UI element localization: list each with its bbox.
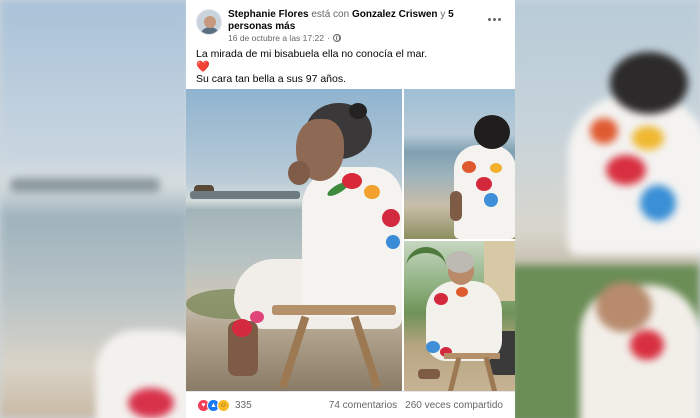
reaction-count: 335 — [235, 400, 252, 411]
tagged-person[interactable]: Gonzalez Criswen — [352, 9, 438, 20]
post-text: La mirada de mi bisabuela ella no conocí… — [196, 48, 501, 86]
post-text-line-3: Su cara tan bella a sus 97 años. — [196, 73, 347, 85]
author-name[interactable]: Stephanie Flores — [228, 9, 309, 20]
post-header: Stephanie Flores está con Gonzalez Crisw… — [186, 0, 515, 43]
and-text: y — [440, 9, 446, 20]
photo-bottom-right[interactable] — [404, 241, 515, 391]
post-meta: 16 de octubre a las 17:22 · — [228, 33, 341, 43]
meta-separator: · — [326, 33, 330, 43]
background-right-photo-blur — [510, 0, 700, 418]
globe-icon — [332, 34, 341, 42]
post-footer: ♥ ▲ ☺ 335 74 comentarios 260 veces compa… — [186, 391, 515, 418]
photo-grid — [186, 89, 515, 391]
photo-main[interactable] — [186, 89, 402, 391]
shares-count-link[interactable]: 260 veces compartido — [405, 400, 503, 411]
more-options-icon[interactable] — [485, 13, 503, 25]
post-text-line-1: La mirada de mi bisabuela ella no conocí… — [196, 48, 428, 60]
heart-emoji: ❤️ — [196, 60, 210, 73]
post-stats: 74 comentarios 260 veces compartido — [329, 400, 503, 411]
reactions-summary[interactable]: ♥ ▲ ☺ 335 — [197, 399, 252, 412]
comments-count-link[interactable]: 74 comentarios — [329, 400, 397, 411]
care-icon: ☺ — [217, 399, 230, 412]
post-timestamp[interactable]: 16 de octubre a las 17:22 — [228, 33, 324, 43]
with-text: está con — [311, 9, 350, 20]
facebook-post-card: Stephanie Flores está con Gonzalez Crisw… — [186, 0, 515, 418]
background-left-photo-blur — [0, 0, 206, 418]
author-avatar[interactable] — [196, 9, 222, 35]
author-line: Stephanie Flores está con Gonzalez Crisw… — [228, 9, 478, 33]
photo-top-right[interactable] — [404, 89, 515, 239]
